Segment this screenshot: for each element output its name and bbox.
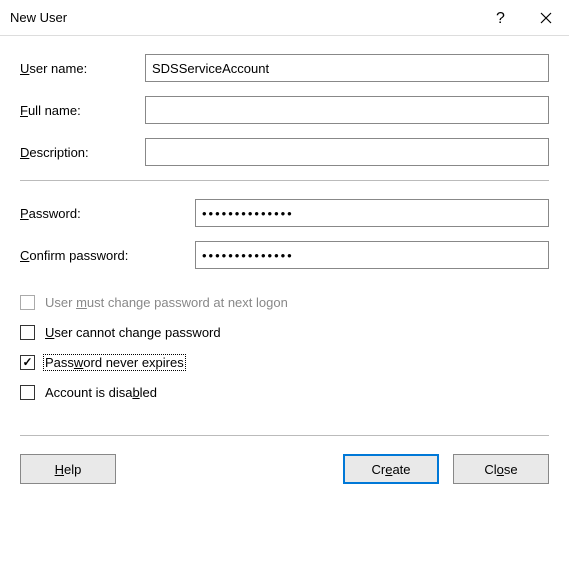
checkbox-group: User must change password at next logon … — [20, 287, 549, 407]
confirm-password-input[interactable] — [195, 241, 549, 269]
dialog-content: User name: Full name: Description: Passw… — [0, 36, 569, 498]
checkbox-icon — [20, 325, 35, 340]
row-confirm: Confirm password: — [20, 241, 549, 269]
button-bar: Help Create Close — [20, 454, 549, 484]
label-fullname: Full name: — [20, 103, 145, 118]
help-button[interactable]: Help — [20, 454, 116, 484]
label-username: User name: — [20, 61, 145, 76]
label-description: Description: — [20, 145, 145, 160]
separator-1 — [20, 180, 549, 181]
window-title: New User — [10, 10, 477, 25]
label-password: Password: — [20, 206, 195, 221]
titlebar: New User ? — [0, 0, 569, 36]
password-input[interactable] — [195, 199, 549, 227]
row-username: User name: — [20, 54, 549, 82]
check-cannot-change[interactable]: User cannot change password — [20, 317, 549, 347]
create-button[interactable]: Create — [343, 454, 439, 484]
help-icon[interactable]: ? — [477, 0, 523, 36]
username-input[interactable] — [145, 54, 549, 82]
svg-text:?: ? — [496, 10, 505, 26]
fullname-input[interactable] — [145, 96, 549, 124]
close-icon[interactable] — [523, 0, 569, 36]
separator-2 — [20, 435, 549, 436]
checkbox-checked-icon — [20, 355, 35, 370]
check-never-expires[interactable]: Password never expires — [20, 347, 549, 377]
checkbox-icon — [20, 385, 35, 400]
checkbox-icon — [20, 295, 35, 310]
label-confirm: Confirm password: — [20, 248, 195, 263]
close-button[interactable]: Close — [453, 454, 549, 484]
description-input[interactable] — [145, 138, 549, 166]
row-password: Password: — [20, 199, 549, 227]
row-fullname: Full name: — [20, 96, 549, 124]
row-description: Description: — [20, 138, 549, 166]
check-disabled[interactable]: Account is disabled — [20, 377, 549, 407]
check-must-change: User must change password at next logon — [20, 287, 549, 317]
